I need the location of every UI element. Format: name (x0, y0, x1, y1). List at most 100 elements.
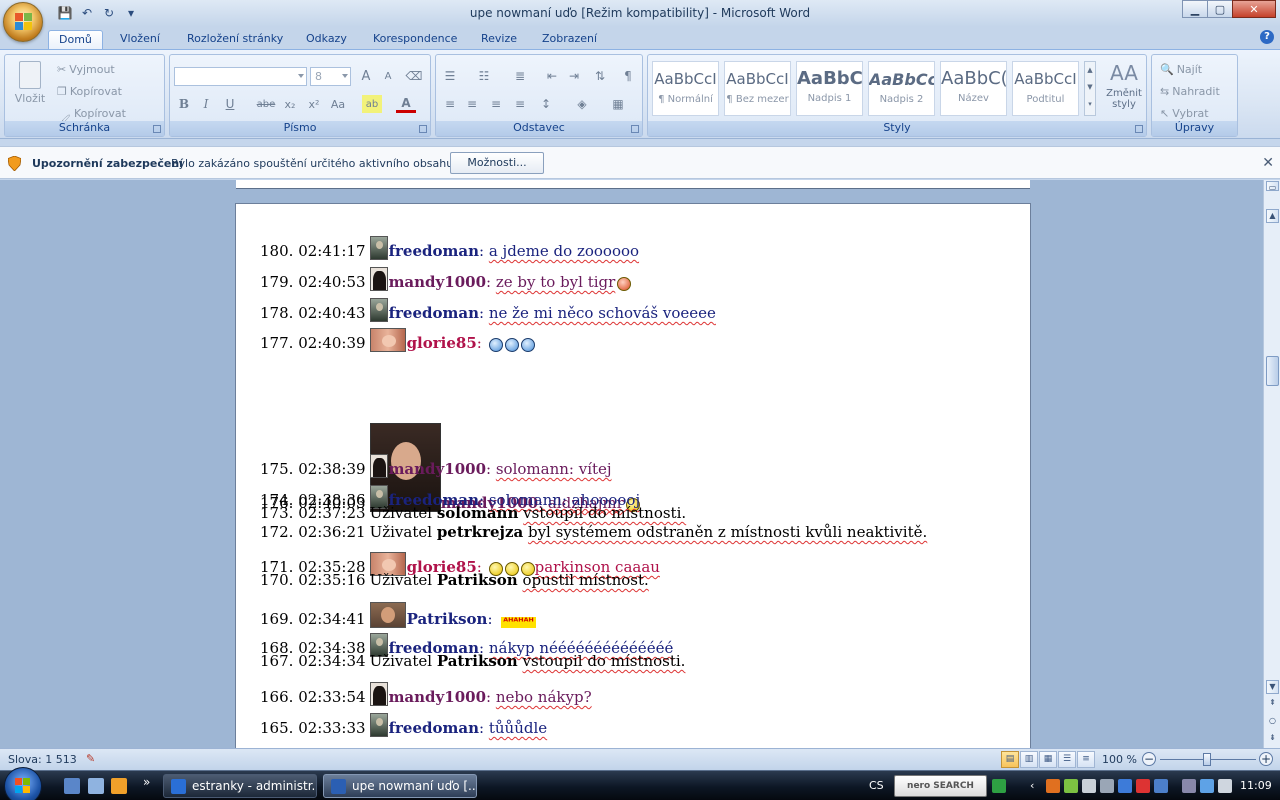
sort-icon[interactable]: ⇅ (590, 67, 610, 85)
scroll-up-icon[interactable]: ▲ (1266, 209, 1279, 223)
grow-font-icon[interactable]: A (356, 67, 376, 85)
justify-icon[interactable]: ≡ (510, 95, 530, 113)
strikethrough-icon[interactable]: abe (256, 95, 276, 113)
full-screen-reading-icon[interactable]: ▥ (1020, 751, 1038, 768)
maximize-button[interactable]: ▢ (1207, 0, 1233, 18)
zoom-in-icon[interactable]: + (1259, 752, 1273, 766)
tray-app-icon[interactable] (1100, 779, 1114, 793)
vertical-scrollbar[interactable]: ▭ ▲ ▼ ⇞ ○ ⇟ (1263, 180, 1280, 748)
outline-icon[interactable]: ☰ (1058, 751, 1076, 768)
tray-arrow-icon[interactable] (992, 779, 1006, 793)
shrink-font-icon[interactable]: A (378, 67, 398, 85)
font-size-combo[interactable]: 8 (310, 67, 351, 86)
style-title[interactable]: AaBbC(Název (940, 61, 1007, 116)
borders-icon[interactable]: ▦ (608, 95, 628, 113)
draft-icon[interactable]: ≡ (1077, 751, 1095, 768)
tab-review[interactable]: Revize (471, 30, 527, 49)
scroll-down-icon[interactable]: ▼ (1266, 680, 1279, 694)
next-page-icon[interactable]: ⇟ (1266, 732, 1279, 746)
tray-app-icon[interactable] (1182, 779, 1196, 793)
tray-app-icon[interactable] (1064, 779, 1078, 793)
font-launcher-icon[interactable] (419, 125, 427, 133)
web-layout-icon[interactable]: ▦ (1039, 751, 1057, 768)
document-page[interactable]: 180. 02:41:17 freedoman: a jdeme do zoooo… (235, 203, 1031, 748)
style-heading-1[interactable]: AaBbC(Nadpis 1 (796, 61, 863, 116)
change-styles-button[interactable]: AA Změnit styly (1103, 61, 1145, 110)
quick-launch-more-icon[interactable]: » (143, 775, 150, 789)
paragraph-launcher-icon[interactable] (631, 125, 639, 133)
bold-icon[interactable]: B (174, 95, 194, 113)
multilevel-list-icon[interactable]: ≣ (510, 67, 530, 85)
tab-insert[interactable]: Vložení (110, 30, 170, 49)
tab-home[interactable]: Domů (48, 30, 103, 49)
close-button[interactable]: ✕ (1232, 0, 1276, 18)
tab-references[interactable]: Odkazy (296, 30, 357, 49)
switch-windows-icon[interactable] (88, 778, 104, 794)
clipboard-launcher-icon[interactable] (153, 125, 161, 133)
numbering-icon[interactable]: ☷ (474, 67, 494, 85)
style-no-spacing[interactable]: AaBbCcI ¶ Bez mezer (724, 61, 791, 116)
minimize-button[interactable]: ▁ (1182, 0, 1208, 18)
start-button[interactable] (4, 767, 42, 800)
align-right-icon[interactable]: ≡ (486, 95, 506, 113)
replace-button[interactable]: ⇆ Nahradit (1160, 85, 1220, 98)
print-layout-icon[interactable]: ▤ (1001, 751, 1019, 768)
italic-icon[interactable]: I (196, 95, 216, 113)
pilcrow-icon[interactable]: ¶ (618, 67, 638, 85)
underline-icon[interactable]: U (220, 95, 240, 113)
change-case-icon[interactable]: Aa (328, 95, 348, 113)
tray-expand-icon[interactable]: ‹ (1030, 779, 1044, 793)
tray-app-icon[interactable] (1082, 779, 1096, 793)
select-button[interactable]: ↖ Vybrat (1160, 107, 1209, 120)
language-indicator[interactable]: CS (869, 779, 884, 792)
clock[interactable]: 11:09 (1240, 779, 1272, 792)
paste-button[interactable]: Vložit (11, 61, 49, 105)
bullets-icon[interactable]: ☰ (440, 67, 460, 85)
media-player-icon[interactable] (111, 778, 127, 794)
proofing-icon[interactable]: ✎ (86, 752, 102, 766)
increase-indent-icon[interactable]: ⇥ (564, 67, 584, 85)
superscript-icon[interactable]: x² (304, 95, 324, 113)
find-button[interactable]: 🔍 Najít (1160, 63, 1202, 76)
tray-app-icon[interactable] (1118, 779, 1132, 793)
clear-format-icon[interactable]: ⌫ (404, 67, 424, 85)
nero-search-box[interactable]: nero SEARCH (894, 775, 987, 797)
zoom-level[interactable]: 100 % (1102, 753, 1137, 766)
style-normal[interactable]: AaBbCcI ¶ Normální (652, 61, 719, 116)
taskbar-item-word[interactable]: upe nowmaní uďo [... (323, 774, 477, 798)
tray-app-icon[interactable] (1046, 779, 1060, 793)
styles-launcher-icon[interactable] (1135, 125, 1143, 133)
style-heading-2[interactable]: AaBbCc Nadpis 2 (868, 61, 935, 116)
align-center-icon[interactable]: ≡ (462, 95, 482, 113)
style-subtitle[interactable]: AaBbCcI Podtitul (1012, 61, 1079, 116)
copy-button[interactable]: ❐ Kopírovat (57, 85, 122, 98)
align-left-icon[interactable]: ≡ (440, 95, 460, 113)
word-count[interactable]: Slova: 1 513 (8, 753, 77, 766)
tray-app-icon[interactable] (1136, 779, 1150, 793)
browse-object-icon[interactable]: ○ (1266, 715, 1279, 729)
font-name-combo[interactable] (174, 67, 307, 86)
volume-icon[interactable] (1218, 779, 1232, 793)
zoom-slider-thumb[interactable] (1203, 753, 1211, 766)
tab-mailings[interactable]: Korespondence (363, 30, 467, 49)
ruler-toggle-icon[interactable]: ▭ (1266, 181, 1279, 192)
highlight-icon[interactable]: ab (362, 95, 382, 113)
scroll-thumb[interactable] (1266, 356, 1279, 386)
cut-button[interactable]: ✂ Vyjmout (57, 63, 115, 76)
previous-page-icon[interactable]: ⇞ (1266, 697, 1279, 711)
subscript-icon[interactable]: x₂ (280, 95, 300, 113)
show-desktop-icon[interactable] (64, 778, 80, 794)
shading-icon[interactable]: ◈ (572, 95, 592, 113)
zoom-out-icon[interactable]: − (1142, 752, 1156, 766)
styles-scroll[interactable]: ▲ ▼ ▾ (1084, 61, 1096, 116)
tab-page-layout[interactable]: Rozložení stránky (177, 30, 293, 49)
office-button[interactable] (3, 2, 43, 42)
close-security-bar-icon[interactable]: ✕ (1262, 155, 1274, 171)
options-button[interactable]: Možnosti... (450, 152, 544, 174)
help-icon[interactable]: ? (1260, 30, 1274, 44)
taskbar-item-browser[interactable]: estranky - administr... (163, 774, 317, 798)
network-icon[interactable] (1200, 779, 1214, 793)
line-spacing-icon[interactable]: ↕ (536, 95, 556, 113)
font-color-icon[interactable]: A (396, 95, 416, 113)
decrease-indent-icon[interactable]: ⇤ (542, 67, 562, 85)
